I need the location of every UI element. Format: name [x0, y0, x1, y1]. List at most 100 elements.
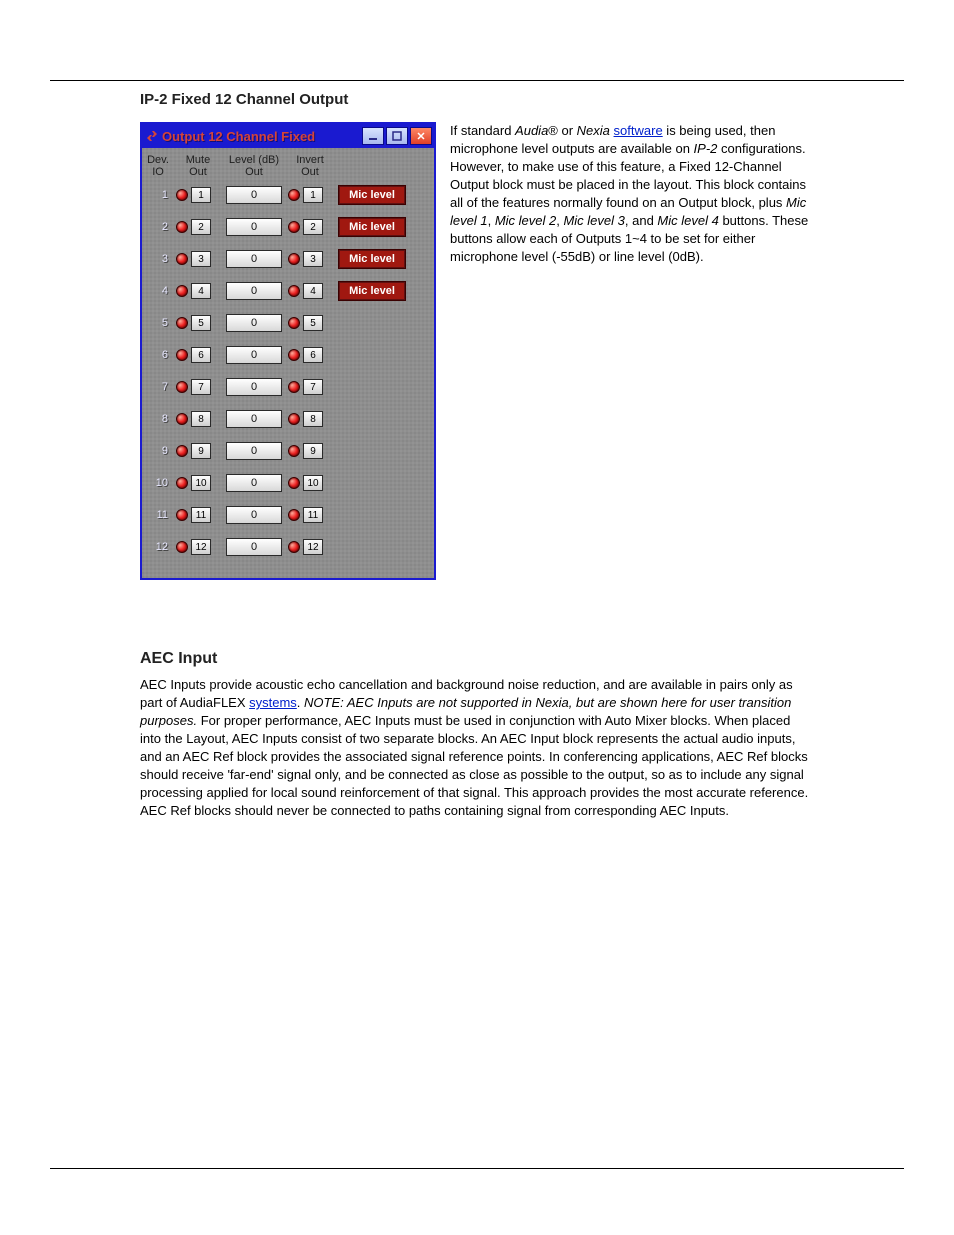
invert-toggle[interactable]: 12 — [288, 539, 332, 555]
channel-number: 8 — [146, 413, 170, 425]
invert-button[interactable]: 5 — [303, 315, 323, 331]
invert-button[interactable]: 6 — [303, 347, 323, 363]
header-row: Dev. IO Mute Out Level (dB) Out Invert O… — [146, 154, 428, 178]
mute-toggle[interactable]: 2 — [176, 219, 220, 235]
channel-number: 4 — [146, 285, 170, 297]
channel-row: 10 10 0 10 — [146, 472, 428, 494]
mute-toggle[interactable]: 5 — [176, 315, 220, 331]
channel-number: 3 — [146, 253, 170, 265]
channel-row: 2202Mic level — [146, 216, 428, 238]
level-field[interactable]: 0 — [226, 442, 282, 460]
channel-number: 5 — [146, 317, 170, 329]
label-miclevel4: Mic level 4 — [657, 213, 718, 228]
mute-toggle[interactable]: 8 — [176, 411, 220, 427]
led-icon — [288, 509, 300, 521]
led-icon — [176, 349, 188, 361]
level-field[interactable]: 0 — [226, 506, 282, 524]
description-paragraph-2: AEC Inputs provide acoustic echo cancell… — [140, 676, 814, 820]
invert-toggle[interactable]: 3 — [288, 251, 332, 267]
invert-button[interactable]: 2 — [303, 219, 323, 235]
mute-button[interactable]: 9 — [191, 443, 211, 459]
mute-toggle[interactable]: 10 — [176, 475, 220, 491]
level-field[interactable]: 0 — [226, 474, 282, 492]
text: . — [297, 695, 304, 710]
invert-toggle[interactable]: 2 — [288, 219, 332, 235]
link-software[interactable]: software — [614, 123, 663, 138]
product-ip2: IP-2 — [694, 141, 718, 156]
mute-button[interactable]: 3 — [191, 251, 211, 267]
channel-number: 7 — [146, 381, 170, 393]
close-button[interactable] — [410, 127, 432, 145]
mic-level-button[interactable]: Mic level — [338, 249, 406, 269]
invert-toggle[interactable]: 5 — [288, 315, 332, 331]
level-field[interactable]: 0 — [226, 218, 282, 236]
product-audia: Audia — [515, 123, 548, 138]
level-field[interactable]: 0 — [226, 378, 282, 396]
channel-number: 9 — [146, 445, 170, 457]
channel-row: 7707 — [146, 376, 428, 398]
mute-button[interactable]: 6 — [191, 347, 211, 363]
panel-body: Dev. IO Mute Out Level (dB) Out Invert O… — [142, 148, 434, 578]
mute-button[interactable]: 7 — [191, 379, 211, 395]
channel-row: 8808 — [146, 408, 428, 430]
invert-toggle[interactable]: 1 — [288, 187, 332, 203]
mute-toggle[interactable]: 4 — [176, 283, 220, 299]
link-systems[interactable]: systems — [249, 695, 297, 710]
mute-button[interactable]: 4 — [191, 283, 211, 299]
channel-number: 10 — [146, 477, 170, 489]
invert-toggle[interactable]: 6 — [288, 347, 332, 363]
mute-button[interactable]: 2 — [191, 219, 211, 235]
invert-button[interactable]: 11 — [303, 507, 323, 523]
led-icon — [288, 413, 300, 425]
invert-button[interactable]: 8 — [303, 411, 323, 427]
led-icon — [176, 541, 188, 553]
minimize-button[interactable] — [362, 127, 384, 145]
mute-toggle[interactable]: 12 — [176, 539, 220, 555]
invert-button[interactable]: 3 — [303, 251, 323, 267]
invert-button[interactable]: 12 — [303, 539, 323, 555]
mute-button[interactable]: 12 — [191, 539, 211, 555]
output-12ch-panel: Output 12 Channel Fixed Dev. IO Mute Out… — [140, 122, 436, 580]
mute-button[interactable]: 1 — [191, 187, 211, 203]
maximize-button[interactable] — [386, 127, 408, 145]
mute-toggle[interactable]: 1 — [176, 187, 220, 203]
led-icon — [288, 541, 300, 553]
mic-level-button[interactable]: Mic level — [338, 185, 406, 205]
mute-toggle[interactable]: 9 — [176, 443, 220, 459]
led-icon — [176, 221, 188, 233]
level-field[interactable]: 0 — [226, 314, 282, 332]
mute-button[interactable]: 11 — [191, 507, 211, 523]
invert-button[interactable]: 4 — [303, 283, 323, 299]
level-field[interactable]: 0 — [226, 250, 282, 268]
mute-toggle[interactable]: 11 — [176, 507, 220, 523]
description-paragraph-1: If standard Audia® or Nexia software is … — [450, 122, 814, 266]
mic-level-button[interactable]: Mic level — [338, 281, 406, 301]
mute-toggle[interactable]: 7 — [176, 379, 220, 395]
mute-button[interactable]: 5 — [191, 315, 211, 331]
invert-button[interactable]: 10 — [303, 475, 323, 491]
mute-toggle[interactable]: 6 — [176, 347, 220, 363]
mute-toggle[interactable]: 3 — [176, 251, 220, 267]
invert-toggle[interactable]: 7 — [288, 379, 332, 395]
led-icon — [288, 349, 300, 361]
led-icon — [176, 445, 188, 457]
led-icon — [176, 509, 188, 521]
level-field[interactable]: 0 — [226, 410, 282, 428]
mute-button[interactable]: 10 — [191, 475, 211, 491]
invert-button[interactable]: 1 — [303, 187, 323, 203]
invert-toggle[interactable]: 10 — [288, 475, 332, 491]
invert-button[interactable]: 9 — [303, 443, 323, 459]
mute-button[interactable]: 8 — [191, 411, 211, 427]
led-icon — [288, 477, 300, 489]
level-field[interactable]: 0 — [226, 282, 282, 300]
level-field[interactable]: 0 — [226, 186, 282, 204]
invert-button[interactable]: 7 — [303, 379, 323, 395]
invert-toggle[interactable]: 8 — [288, 411, 332, 427]
page-top-divider — [50, 80, 904, 81]
invert-toggle[interactable]: 4 — [288, 283, 332, 299]
invert-toggle[interactable]: 11 — [288, 507, 332, 523]
invert-toggle[interactable]: 9 — [288, 443, 332, 459]
level-field[interactable]: 0 — [226, 346, 282, 364]
level-field[interactable]: 0 — [226, 538, 282, 556]
mic-level-button[interactable]: Mic level — [338, 217, 406, 237]
